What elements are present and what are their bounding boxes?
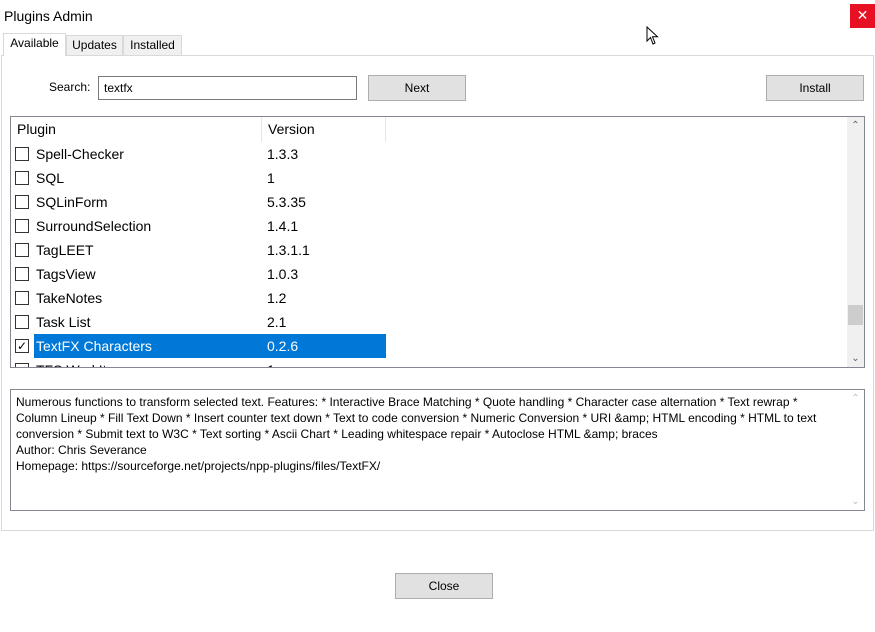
list-item[interactable]: TakeNotes 1.2 [11, 286, 386, 310]
checkbox[interactable] [15, 363, 29, 367]
title-bar [0, 0, 875, 32]
checkbox[interactable] [15, 171, 29, 185]
plugin-version: 1.3.3 [267, 146, 299, 162]
column-header-version[interactable]: Version [262, 117, 386, 142]
list-item[interactable]: SQL 1 [11, 166, 386, 190]
checkbox[interactable] [15, 291, 29, 305]
checkbox[interactable]: ✓ [15, 339, 29, 353]
close-button[interactable]: Close [395, 573, 493, 599]
plugin-version: 1.3.1.1 [267, 242, 310, 258]
plugin-name: TextFX Characters [34, 334, 262, 358]
list-item[interactable]: SurroundSelection 1.4.1 [11, 214, 386, 238]
install-button[interactable]: Install [766, 75, 864, 101]
search-label: Search: [49, 80, 91, 94]
description-text: Numerous functions to transform selected… [16, 395, 817, 473]
scroll-up-icon[interactable]: ⌃ [847, 117, 864, 134]
column-header-plugin[interactable]: Plugin [11, 117, 262, 142]
checkbox[interactable] [15, 195, 29, 209]
checkbox[interactable] [15, 147, 29, 161]
plugin-version: 1.4.1 [267, 218, 299, 234]
plugin-name: TagsView [36, 266, 96, 282]
list-item[interactable]: Spell-Checker 1.3.3 [11, 142, 386, 166]
list-header: Plugin Version [11, 117, 847, 142]
plugin-version: 1 [262, 358, 386, 367]
list-item[interactable]: TFS WorkItem1 [11, 358, 386, 367]
plugin-name: SurroundSelection [36, 218, 152, 234]
next-button[interactable]: Next [368, 75, 466, 101]
window-title: Plugins Admin [4, 8, 93, 24]
close-window-button[interactable]: ✕ [850, 4, 875, 28]
list-item[interactable]: Task List 2.1 [11, 310, 386, 334]
list-scrollbar[interactable]: ⌃ ⌄ [847, 117, 864, 367]
description-scrollbar[interactable]: ⌃ ⌄ [847, 390, 864, 510]
checkbox[interactable] [15, 243, 29, 257]
mouse-cursor-icon [646, 26, 659, 45]
plugin-version: 5.3.35 [267, 194, 306, 210]
plugin-name: SQL [36, 170, 65, 186]
list-item[interactable]: TagsView 1.0.3 [11, 262, 386, 286]
plugin-name: TFS WorkItem [34, 358, 262, 367]
description-box[interactable]: Numerous functions to transform selected… [10, 389, 865, 511]
checkbox[interactable] [15, 219, 29, 233]
list-item[interactable]: ✓ TextFX Characters 0.2.6 [11, 334, 386, 358]
tab-updates[interactable]: Updates [66, 35, 123, 56]
list-item[interactable]: TagLEET 1.3.1.1 [11, 238, 386, 262]
plugin-version: 2.1 [267, 314, 287, 330]
plugin-list[interactable]: Plugin Version Spell-Checker 1.3.3 SQL 1 SQL… [10, 116, 865, 368]
plugin-name: Spell-Checker [36, 146, 124, 162]
scroll-down-icon[interactable]: ⌄ [847, 493, 864, 510]
plugin-name: SQLinForm [36, 194, 108, 210]
scroll-thumb[interactable] [848, 305, 863, 325]
checkbox[interactable] [15, 267, 29, 281]
plugin-name: Task List [36, 314, 91, 330]
plugin-version: 0.2.6 [262, 334, 386, 358]
search-input[interactable] [98, 76, 357, 100]
checkbox[interactable] [15, 315, 29, 329]
plugin-name: TagLEET [36, 242, 94, 258]
list-item[interactable]: SQLinForm 5.3.35 [11, 190, 386, 214]
plugin-version: 1 [267, 170, 275, 186]
plugin-name: TakeNotes [36, 290, 103, 306]
scroll-down-icon[interactable]: ⌄ [847, 350, 864, 367]
plugin-version: 1.2 [267, 290, 287, 306]
plugin-version: 1.0.3 [267, 266, 299, 282]
scroll-up-icon[interactable]: ⌃ [847, 390, 864, 407]
tab-installed[interactable]: Installed [123, 35, 182, 56]
tab-available[interactable]: Available [3, 33, 66, 56]
